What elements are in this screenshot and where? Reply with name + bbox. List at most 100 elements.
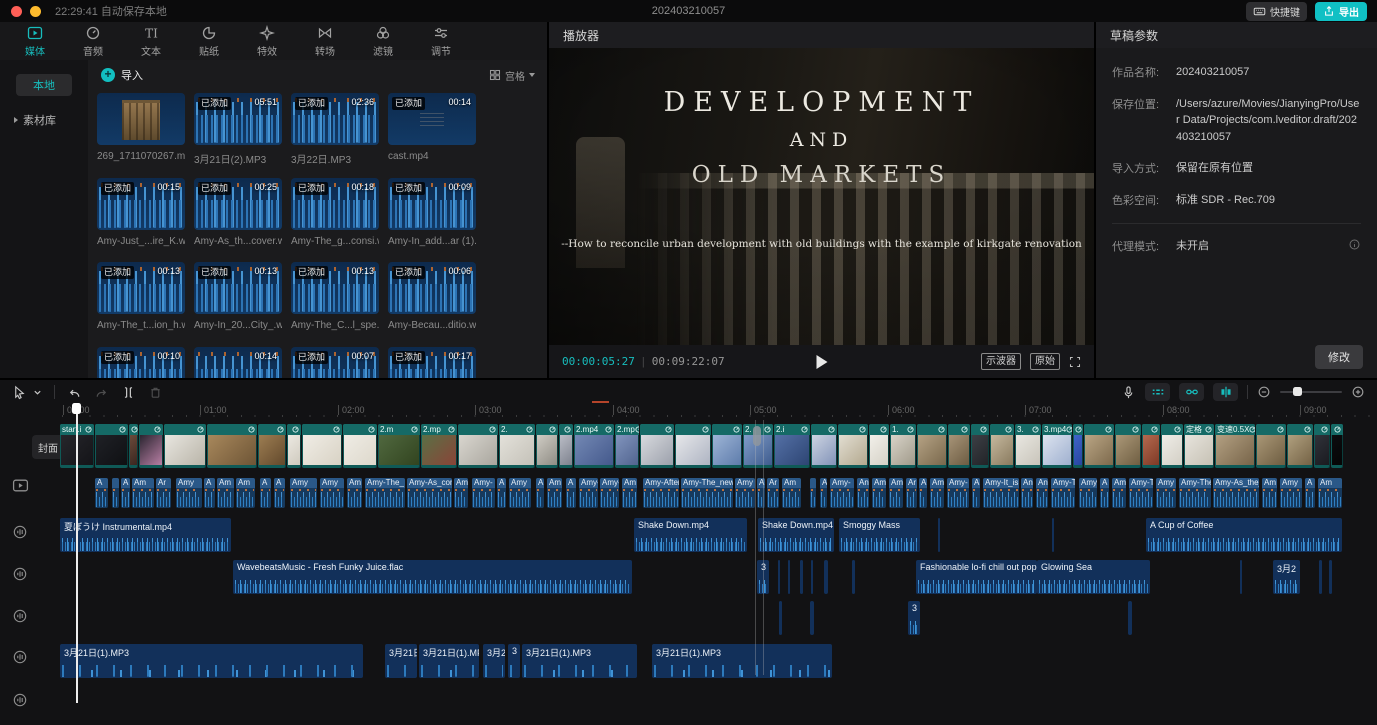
audio-clip[interactable]: Amy- (947, 478, 969, 508)
audio-clip[interactable]: Amy (176, 478, 202, 508)
video-clip[interactable] (343, 424, 377, 468)
media-item[interactable]: 已添加 00:09 Amy-In_add...ar (1).wav (388, 178, 476, 247)
audio-clip[interactable]: Amy (320, 478, 344, 508)
tab-text[interactable]: TI 文本 (122, 24, 180, 58)
audio-clip[interactable]: Am (217, 478, 234, 508)
playhead-handle[interactable] (72, 403, 81, 414)
audio-clip[interactable]: Am (454, 478, 468, 508)
timeline-zoom-slider[interactable] (1280, 391, 1342, 393)
audio-clip[interactable]: A (1305, 478, 1315, 508)
video-clip[interactable] (838, 424, 868, 468)
proxy-info-icon[interactable] (1348, 238, 1361, 251)
audio-clip[interactable]: Am (347, 478, 362, 508)
audio-clip[interactable]: Amy- (830, 478, 854, 508)
video-clip[interactable] (971, 424, 989, 468)
video-clip[interactable] (1115, 424, 1141, 468)
select-tool-chevron-icon[interactable] (33, 388, 42, 397)
audio-clip[interactable] (800, 560, 803, 594)
video-clip[interactable]: 2.mp (615, 424, 639, 468)
select-tool-button[interactable] (12, 385, 27, 400)
audio-clip[interactable]: WavebeatsMusic - Fresh Funky Juice.flac (233, 560, 632, 594)
video-clip[interactable] (302, 424, 342, 468)
audio-clip[interactable]: Amy- (1079, 478, 1097, 508)
video-clip[interactable] (1287, 424, 1313, 468)
audio-clip[interactable] (112, 478, 119, 508)
audio-clip[interactable]: Amy-T (1129, 478, 1153, 508)
audio-clip[interactable]: 3月2 (1273, 560, 1300, 594)
audio-clip[interactable]: An (1036, 478, 1048, 508)
play-button[interactable] (816, 355, 827, 369)
video-clip[interactable] (869, 424, 889, 468)
audio-clip[interactable] (938, 518, 940, 552)
video-clip[interactable] (675, 424, 711, 468)
audio-clip[interactable]: Am (547, 478, 562, 508)
audio-clip[interactable]: Am (236, 478, 255, 508)
audio-clip[interactable]: Am (622, 478, 637, 508)
audio-clip[interactable]: Amy (735, 478, 755, 508)
audio-clip[interactable]: A (972, 478, 980, 508)
video-clip[interactable] (536, 424, 558, 468)
audio-clip[interactable] (1052, 518, 1054, 552)
audio-clip[interactable]: A (260, 478, 271, 508)
tab-audio[interactable]: 音频 (64, 24, 122, 58)
audio-clip[interactable]: A Cup of Coffee (1146, 518, 1342, 552)
media-item[interactable]: 已添加 05:51 3月21日(2).MP3 (194, 93, 282, 166)
media-item[interactable]: 已添加 00:13 Amy-The_t...ion_h.wav (97, 262, 185, 331)
video-preview[interactable]: DEVELOPMENT AND OLD MARKETS --How to rec… (549, 48, 1094, 345)
link-tracks-toggle[interactable] (1179, 383, 1204, 401)
audio-clip[interactable]: Am (1262, 478, 1277, 508)
media-item[interactable]: 已添加 00:18 Amy-The_g...consi.wav (291, 178, 379, 247)
audio-clip[interactable]: A (536, 478, 544, 508)
audio-track-icon[interactable] (12, 692, 28, 708)
view-mode-selector[interactable]: 宫格 (489, 68, 535, 83)
media-item[interactable]: 已添加 00:13 Amy-The_C...l_spe.wav (291, 262, 379, 331)
video-clip[interactable]: 2.mp4 (574, 424, 614, 468)
tab-effects[interactable]: 特效 (238, 24, 296, 58)
tab-filters[interactable]: 滤镜 (354, 24, 412, 58)
split-clip-button[interactable] (121, 385, 136, 400)
shortcut-keys-button[interactable]: 快捷键 (1246, 2, 1307, 21)
audio-clip[interactable] (824, 560, 828, 594)
video-clip[interactable] (1073, 424, 1083, 468)
video-clip[interactable] (990, 424, 1014, 468)
timeline-ruler[interactable]: 00:00 01:00 02:00 03:00 04:00 05:00 06:0… (0, 403, 1377, 419)
video-clip[interactable]: 定格 (1184, 424, 1214, 468)
zoom-in-icon[interactable] (1351, 385, 1365, 399)
audio-clip[interactable]: Am (872, 478, 886, 508)
audio-clip[interactable]: Am (889, 478, 903, 508)
audio-clip[interactable]: Amy-As_cons (407, 478, 452, 508)
sidebar-item-assets[interactable]: 素材库 (14, 112, 88, 128)
video-clip[interactable]: 2.m (378, 424, 420, 468)
video-clip[interactable] (207, 424, 257, 468)
tab-media[interactable]: 媒体 (6, 24, 64, 58)
audio-clip[interactable]: Am (1318, 478, 1342, 508)
close-window-button[interactable] (11, 6, 22, 17)
audio-clip[interactable] (1329, 560, 1332, 594)
audio-clip[interactable]: 夏ぼうけ Instrumental.mp4 (60, 518, 231, 552)
video-clip[interactable]: 2.i (774, 424, 810, 468)
video-clip[interactable]: 2. (499, 424, 535, 468)
video-clip[interactable] (95, 424, 128, 468)
trim-handle[interactable] (753, 426, 761, 446)
modify-button[interactable]: 修改 (1315, 345, 1363, 369)
audio-clip[interactable]: Amy-As_the_la (1213, 478, 1259, 508)
video-clip[interactable] (458, 424, 498, 468)
audio-clip[interactable]: A (204, 478, 215, 508)
video-clip[interactable] (164, 424, 206, 468)
audio-clip[interactable]: 3月21日(1).MP3 (652, 644, 832, 678)
audio-clip[interactable]: Shake Down.mp4 (634, 518, 747, 552)
audio-clip[interactable] (788, 560, 790, 594)
video-clip[interactable]: 3. (1015, 424, 1041, 468)
media-item[interactable]: 已添加 00:14 cast.mp4 (388, 93, 476, 162)
tab-transitions[interactable]: 转场 (296, 24, 354, 58)
video-clip[interactable]: 1. (890, 424, 916, 468)
audio-clip[interactable]: A (1100, 478, 1109, 508)
video-clip[interactable] (712, 424, 742, 468)
media-item[interactable]: 269_1711070267.mp4 (97, 93, 185, 162)
audio-clip[interactable] (810, 478, 816, 508)
audio-clip[interactable]: Ar (156, 478, 171, 508)
audio-clip[interactable]: Amy-After (643, 478, 679, 508)
video-clip[interactable] (559, 424, 573, 468)
audio-clip[interactable]: A (121, 478, 130, 508)
audio-clip[interactable]: A (497, 478, 506, 508)
